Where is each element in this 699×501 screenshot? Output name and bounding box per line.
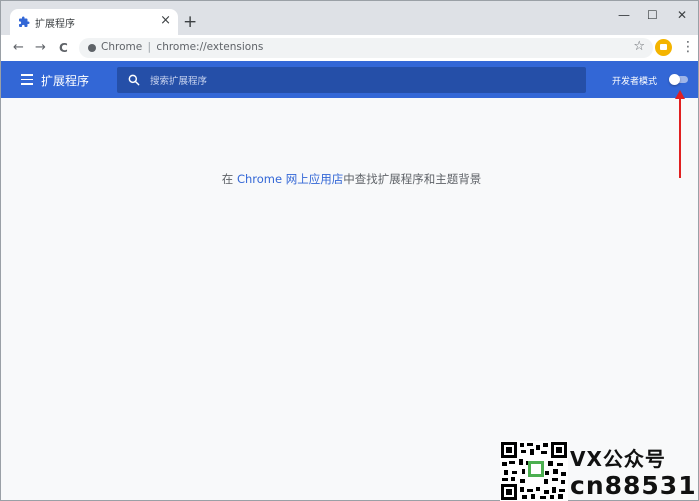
profile-avatar[interactable] [655,39,672,56]
browser-toolbar: ← → C Chrome | chrome://extensions ☆ [1,35,698,62]
search-box[interactable] [117,67,586,93]
chrome-web-store-link[interactable]: Chrome 网上应用店 [237,172,343,186]
annotation-arrow-icon [675,90,685,178]
lock-icon [660,44,667,50]
puzzle-icon [19,16,30,27]
forward-button[interactable]: → [35,40,46,56]
back-button[interactable]: ← [13,40,24,56]
search-icon [128,74,140,86]
tab-strip: 扩展程序 × + — ☐ ✕ [1,1,698,35]
close-window-button[interactable]: ✕ [677,8,687,22]
new-tab-button[interactable]: + [183,12,197,32]
chrome-menu-icon[interactable]: ⋮ [681,40,695,54]
qr-code-icon [500,441,568,501]
page-title: 扩展程序 [41,74,90,88]
tab-extensions[interactable]: 扩展程序 × [10,9,178,35]
maximize-button[interactable]: ☐ [647,8,658,22]
reload-button[interactable]: C [59,40,68,56]
address-bar[interactable]: Chrome | chrome://extensions ☆ [79,38,653,58]
watermark-line-1: VX公众号 [570,447,666,471]
toggle-knob [669,74,680,85]
tab-title: 扩展程序 [35,19,75,30]
chrome-site-icon [88,44,96,52]
browser-window: 扩展程序 × + — ☐ ✕ ← → C Chrome | chrome://e… [0,0,699,501]
developer-mode-toggle[interactable] [669,74,689,85]
watermark-line-2: cn88531 [570,471,697,500]
search-input[interactable] [148,70,572,92]
watermark: VX公众号 cn88531 [500,441,699,501]
empty-state-message: 在 Chrome 网上应用店中查找扩展程序和主题背景 [221,172,482,186]
developer-mode-label: 开发者模式 [612,77,658,87]
extensions-header: 扩展程序 开发者模式 [1,61,698,98]
address-text: Chrome | chrome://extensions [101,41,264,53]
bookmark-star-icon[interactable]: ☆ [633,39,645,54]
minimize-button[interactable]: — [618,8,630,22]
tab-close-icon[interactable]: × [160,13,171,29]
hamburger-menu-icon[interactable] [21,74,33,85]
